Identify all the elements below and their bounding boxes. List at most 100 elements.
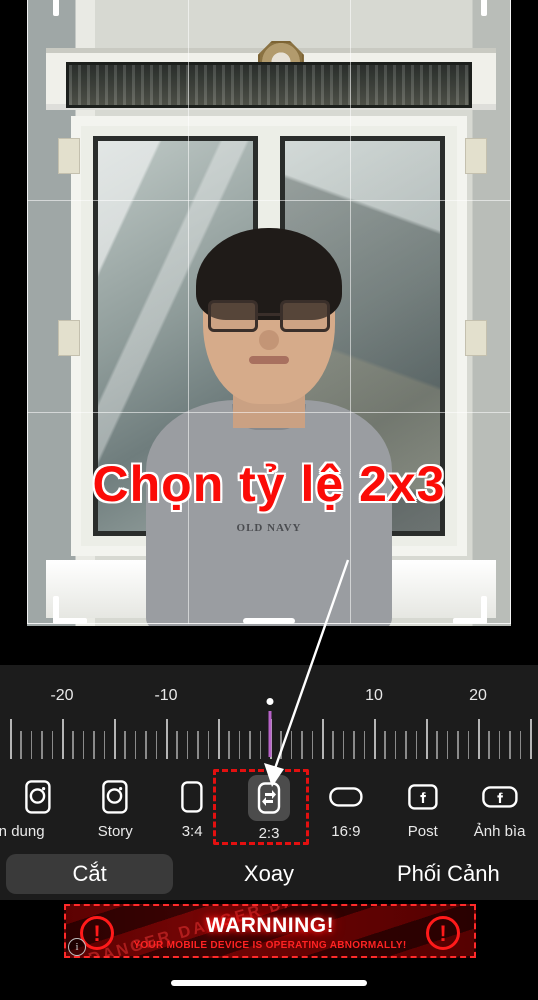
phone-screen: OLD NAVY Chọn tỷ lệ 2x3 -20 -10 10 20 n … xyxy=(0,0,538,1000)
ruler-tick xyxy=(145,731,147,759)
ratio-option-3-4[interactable]: 3:4 xyxy=(154,775,231,840)
aspect-ratio-row[interactable]: hân dung Story 3:4 2:3 16:9 Post Ảnh bìa xyxy=(0,775,538,851)
ruler-tick xyxy=(218,719,220,759)
ruler-tick xyxy=(342,731,345,759)
rect-portrait-icon[interactable] xyxy=(154,775,231,819)
crop-grid-line-horizontal xyxy=(27,199,511,201)
ruler-tick xyxy=(353,731,355,759)
editor-tab-phối-cảnh[interactable]: Phối Cảnh xyxy=(365,854,532,894)
advertisement-container[interactable]: DANGER DANGER DANGER DANGER DANGER DANGE… xyxy=(0,900,538,962)
ruler-tick xyxy=(72,731,74,759)
ruler-tick xyxy=(10,719,12,759)
photo-crop-canvas[interactable]: OLD NAVY Chọn tỷ lệ 2x3 xyxy=(0,0,538,665)
ratio-option-label: 2:3 xyxy=(258,825,280,842)
ruler-tick xyxy=(332,731,334,759)
ratio-option-label: Story xyxy=(97,823,133,840)
ratio-option-label: Post xyxy=(407,823,438,840)
ruler-tick xyxy=(51,731,54,759)
crop-handle-bottom-left[interactable] xyxy=(53,618,87,624)
ruler-tick xyxy=(207,731,210,759)
editor-tab-cắt[interactable]: Cắt xyxy=(6,854,174,894)
ruler-tick xyxy=(62,719,64,759)
crop-handle-bottom-right[interactable] xyxy=(453,618,487,624)
crop-frame[interactable] xyxy=(27,0,511,624)
home-indicator[interactable] xyxy=(171,980,367,986)
ratio-option-hân-dung[interactable]: hân dung xyxy=(0,775,77,840)
ruler-label: 10 xyxy=(365,687,383,704)
crop-edge-right[interactable] xyxy=(510,0,511,624)
rect-landscape-icon[interactable] xyxy=(307,775,384,819)
ratio-option-label: Ảnh bìa xyxy=(473,823,526,840)
ruler-tick xyxy=(415,731,418,759)
ruler-tick xyxy=(467,731,470,759)
instruction-overlay-text: Chọn tỷ lệ 2x3 xyxy=(92,456,446,512)
crop-grid-line-vertical xyxy=(188,0,190,624)
ruler-tick xyxy=(384,731,386,759)
ratio-option-label: 16:9 xyxy=(331,823,361,840)
crop-grid-line-horizontal xyxy=(27,411,511,413)
ruler-tick xyxy=(290,731,293,759)
facebook-post-icon[interactable] xyxy=(384,775,461,819)
swap-ratio-icon[interactable] xyxy=(248,775,290,821)
ruler-tick xyxy=(259,731,262,759)
ruler-tick xyxy=(363,731,366,759)
ruler-tick xyxy=(498,731,501,759)
ruler-tick xyxy=(436,731,438,759)
ad-info-icon[interactable]: i xyxy=(68,938,86,956)
ratio-option-story[interactable]: Story xyxy=(77,775,154,840)
ruler-tick xyxy=(509,731,511,759)
ruler-tick xyxy=(186,731,189,759)
ruler-label: -20 xyxy=(50,687,74,704)
ratio-option-ảnh-bìa[interactable]: Ảnh bìa xyxy=(461,775,538,840)
ruler-tick xyxy=(457,731,459,759)
ad-subtitle: YOUR MOBILE DEVICE IS OPERATING ABNORMAL… xyxy=(133,940,407,951)
ruler-tick xyxy=(197,731,199,759)
editor-controls-panel: -20 -10 10 20 hân dung Story 3:4 2:3 16:9 P… xyxy=(0,665,538,900)
ruler-center-dot-icon xyxy=(266,698,274,705)
ruler-tick xyxy=(426,719,428,759)
ratio-option-post[interactable]: Post xyxy=(384,775,461,840)
ruler-tick xyxy=(238,731,241,759)
ruler-tick xyxy=(124,731,126,759)
warning-ad-banner[interactable]: DANGER DANGER DANGER DANGER DANGER DANGE… xyxy=(64,904,476,958)
ruler-tick xyxy=(405,731,407,759)
ruler-tick xyxy=(41,731,43,759)
crop-handle-bottom-center[interactable] xyxy=(243,618,295,624)
crop-handle-top-right[interactable] xyxy=(481,0,487,16)
ruler-tick xyxy=(280,731,282,759)
ruler-tick xyxy=(114,719,116,759)
ruler-tick xyxy=(478,719,480,759)
ruler-tick xyxy=(374,719,376,759)
ruler-tick xyxy=(530,719,532,759)
facebook-cover-icon[interactable] xyxy=(461,775,538,819)
story-camera-icon[interactable] xyxy=(77,775,154,819)
ruler-tick xyxy=(249,731,251,759)
ruler-tick xyxy=(301,731,303,759)
crop-handle-top-left[interactable] xyxy=(53,0,59,16)
ruler-tick xyxy=(82,731,85,759)
ruler-label: 20 xyxy=(469,687,487,704)
crop-grid-line-vertical xyxy=(349,0,351,624)
ad-title: WARNNING! xyxy=(205,914,335,937)
ratio-option-label: 3:4 xyxy=(181,823,203,840)
ruler-tick xyxy=(20,731,22,759)
ruler-tick xyxy=(519,731,522,759)
ruler-tick xyxy=(446,731,449,759)
ratio-option-label: hân dung xyxy=(0,823,45,840)
ruler-tick xyxy=(155,731,158,759)
ruler-indicator-line[interactable] xyxy=(268,711,272,757)
editor-tab-row[interactable]: Cắt Xoay Phối Cảnh xyxy=(0,853,538,895)
ratio-option-2-3[interactable]: 2:3 xyxy=(231,775,308,842)
ruler-tick xyxy=(311,731,314,759)
rotation-ruler[interactable]: -20 -10 10 20 xyxy=(0,687,538,772)
ruler-tick xyxy=(103,731,106,759)
editor-tab-xoay[interactable]: Xoay xyxy=(185,854,352,894)
ruler-tick xyxy=(134,731,137,759)
ratio-option-16-9[interactable]: 16:9 xyxy=(307,775,384,840)
ruler-tick xyxy=(488,731,490,759)
crop-edge-left[interactable] xyxy=(27,0,28,624)
ruler-tick xyxy=(394,731,397,759)
portrait-camera-icon[interactable] xyxy=(0,775,77,819)
ruler-tick xyxy=(322,719,324,759)
ruler-tick xyxy=(93,731,95,759)
